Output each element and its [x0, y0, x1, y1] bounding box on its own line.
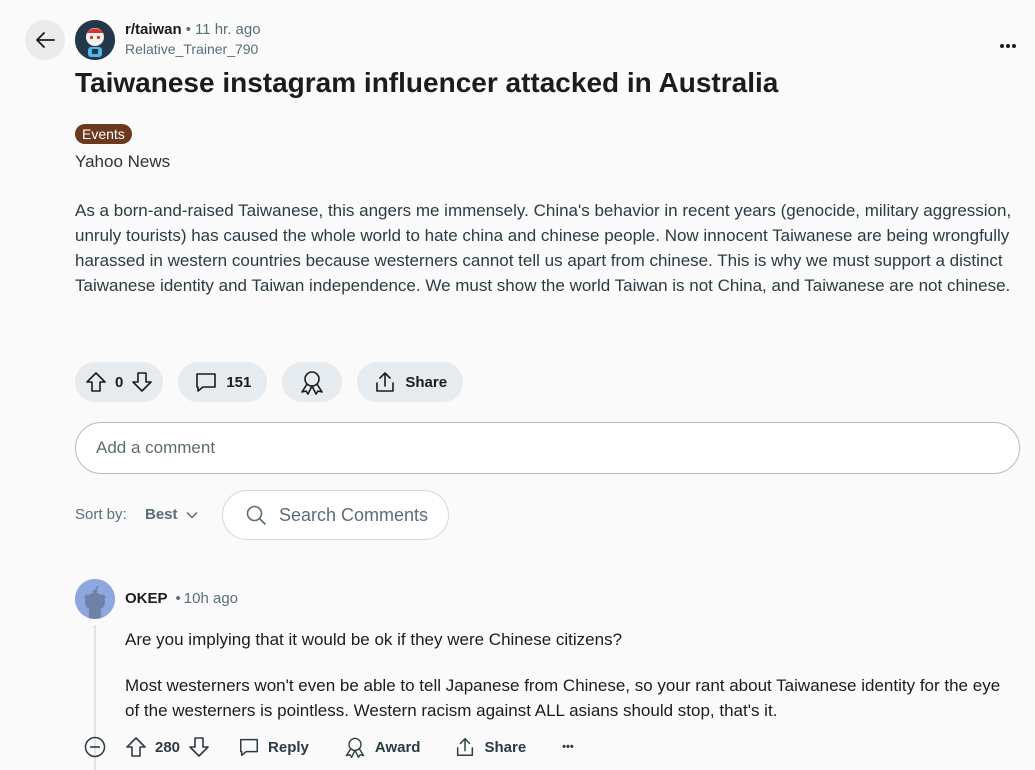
add-comment-placeholder: Add a comment	[96, 438, 216, 457]
search-comments-placeholder: Search Comments	[279, 504, 429, 525]
overflow-menu-icon	[1000, 44, 1016, 48]
reply-label: Reply	[268, 738, 309, 756]
post-author[interactable]: Relative_Trainer_790	[125, 41, 261, 57]
post-source-link[interactable]: Yahoo News	[75, 152, 170, 172]
snoo-avatar-icon	[75, 579, 115, 619]
add-comment-input[interactable]: Add a comment	[75, 422, 1020, 474]
collapse-thread-icon[interactable]	[83, 735, 107, 759]
reply-button[interactable]: Reply	[238, 736, 309, 758]
downvote-icon[interactable]	[131, 371, 153, 393]
comment-award-button[interactable]: Award	[343, 735, 421, 759]
share-icon	[376, 372, 395, 392]
sort-value: Best	[145, 506, 178, 523]
post-time: 11 hr. ago	[194, 21, 261, 38]
comment-author[interactable]: OKEP	[125, 590, 168, 607]
comment-separator: •	[175, 590, 181, 607]
comments-button[interactable]: 151	[178, 362, 268, 402]
comment-time: 10h ago	[183, 590, 239, 607]
post-meta: r/taiwan • 11 hr. ago Relative_Trainer_7…	[125, 21, 261, 57]
post-action-bar: 0 151 Share	[75, 362, 464, 402]
share-icon	[457, 738, 474, 756]
comment-avatar[interactable]	[75, 579, 115, 619]
post-page: r/taiwan • 11 hr. ago Relative_Trainer_7…	[0, 0, 1035, 770]
comment-icon	[240, 738, 259, 756]
sort-dropdown[interactable]: Best	[145, 506, 198, 523]
comment-vote-control: 280	[125, 736, 210, 758]
comment-share-label: Share	[484, 738, 527, 756]
downvote-icon[interactable]	[188, 736, 210, 758]
comment-paragraph-1: Are you implying that it would be ok if …	[125, 630, 623, 649]
meta-separator: •	[185, 21, 191, 38]
overflow-menu-icon: •••	[562, 741, 574, 753]
post-score: 0	[115, 373, 124, 391]
overflow-menu-button[interactable]	[999, 32, 1017, 55]
upvote-icon[interactable]	[125, 736, 147, 758]
search-comments-input[interactable]: Search Comments	[222, 490, 449, 540]
award-icon	[301, 371, 324, 395]
share-label: Share	[405, 373, 448, 391]
post-body: As a born-and-raised Taiwanese, this ang…	[75, 201, 1012, 295]
back-button[interactable]	[25, 20, 65, 60]
award-icon	[345, 737, 365, 758]
sort-label: Sort by:	[75, 506, 127, 523]
share-button[interactable]: Share	[357, 362, 464, 402]
post-title: Taiwanese instagram influencer attacked …	[75, 67, 779, 98]
award-button[interactable]	[282, 362, 343, 402]
comment-meta: OKEP • 10h ago	[125, 590, 238, 607]
subreddit-avatar[interactable]	[75, 20, 115, 60]
comment-more-button[interactable]: •••	[562, 741, 574, 753]
comments-count: 151	[226, 373, 252, 391]
comment-score: 280	[155, 738, 181, 756]
vote-control: 0	[75, 362, 164, 402]
chevron-down-icon	[185, 511, 198, 519]
subreddit-icon	[75, 20, 115, 60]
subreddit-name[interactable]: r/taiwan	[125, 21, 182, 38]
upvote-icon[interactable]	[85, 371, 107, 393]
award-label: Award	[374, 738, 421, 756]
comment-icon	[196, 373, 217, 392]
comment-paragraph-2: Most westerners won't even be able to te…	[125, 676, 1001, 720]
back-arrow-icon	[36, 32, 55, 48]
post-flair[interactable]: Events	[75, 124, 132, 144]
comment-share-button[interactable]: Share	[454, 736, 526, 758]
comment-action-bar: 280 Reply Award Share •••	[83, 733, 574, 761]
search-icon	[246, 505, 266, 525]
